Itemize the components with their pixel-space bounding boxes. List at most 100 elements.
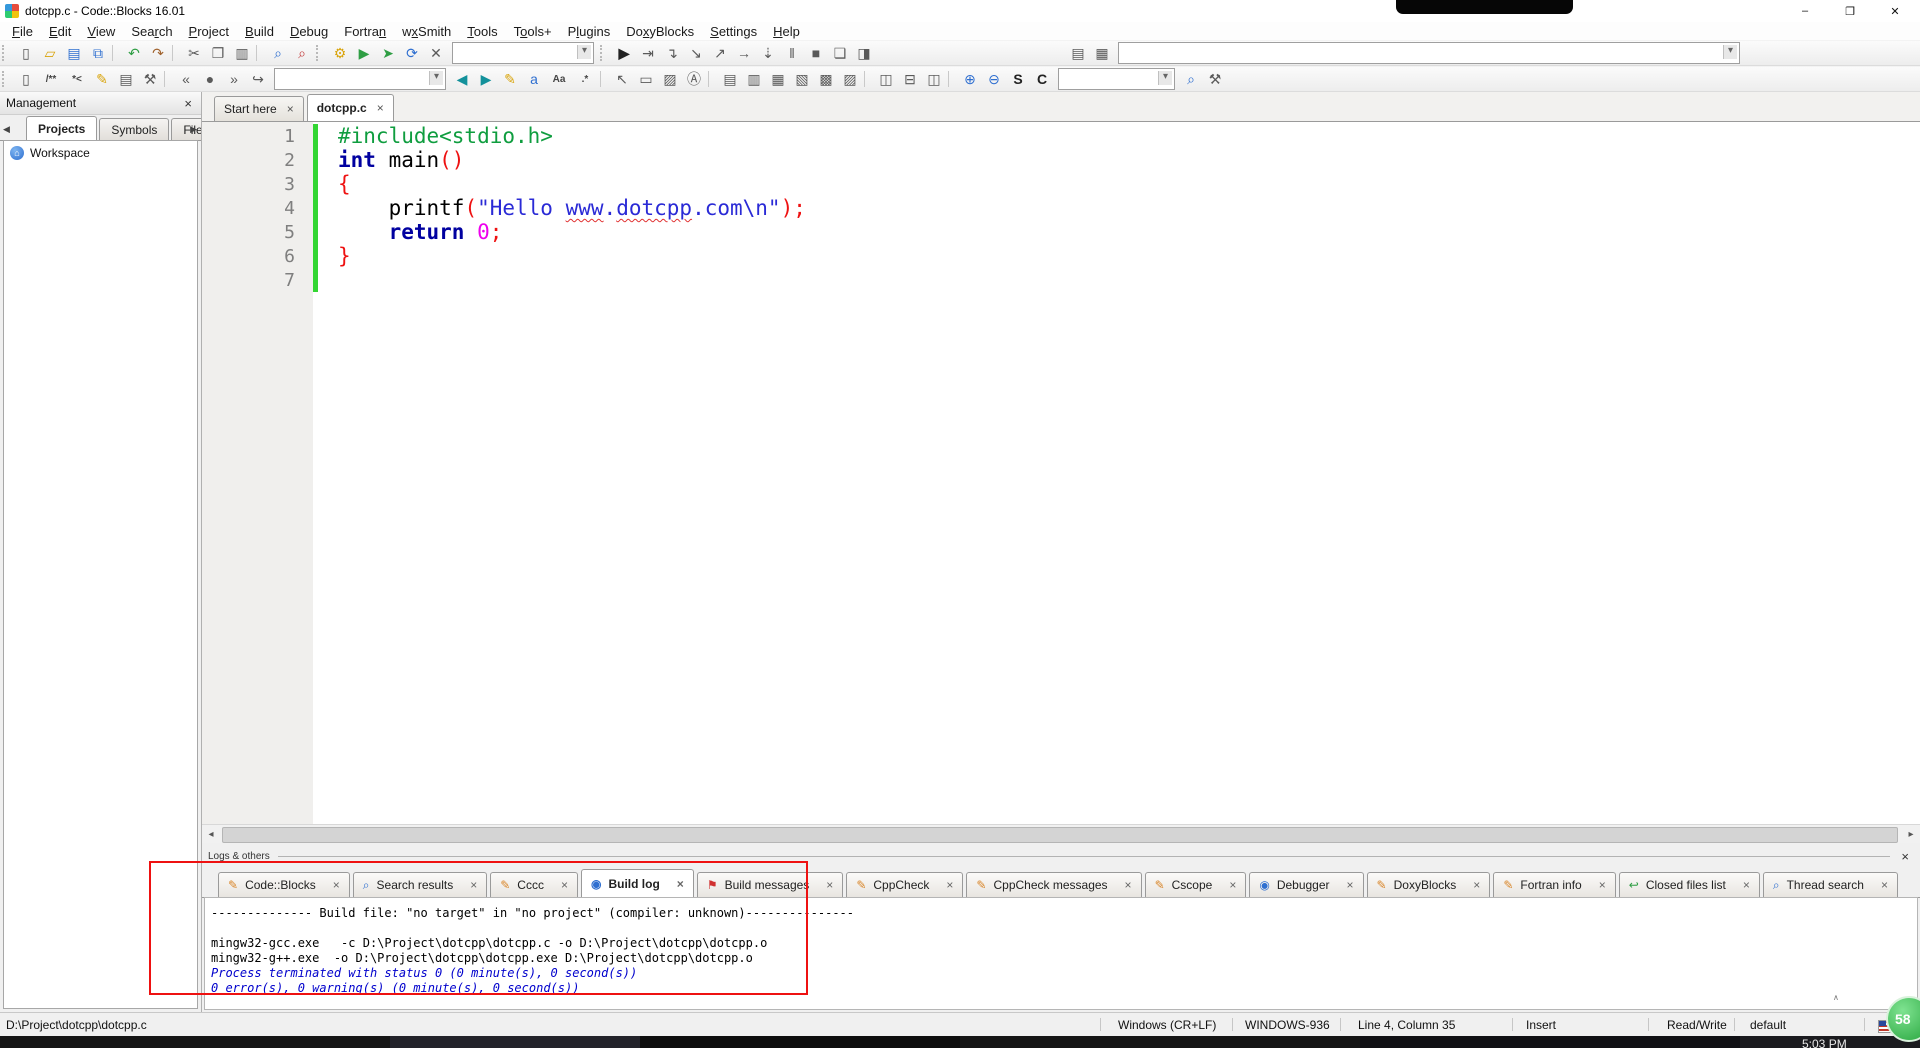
editor-tab-start-here[interactable]: Start here× <box>214 96 304 121</box>
undo-icon[interactable] <box>122 42 146 64</box>
tray-expand-icon[interactable]: ∧ <box>1833 993 1839 1002</box>
doxy-block-comment-icon[interactable] <box>38 68 64 90</box>
wx-sizer-icon[interactable] <box>634 68 658 90</box>
log-tab-cscope[interactable]: Cscope× <box>1145 872 1247 897</box>
menu-debug[interactable]: Debug <box>282 24 336 39</box>
editor-tab-dotcpp-c[interactable]: dotcpp.c× <box>307 94 394 121</box>
scroll-right-icon[interactable]: ▸ <box>1902 825 1920 843</box>
logs-close-icon[interactable]: × <box>1898 849 1912 864</box>
menu-view[interactable]: View <box>79 24 123 39</box>
stop-debugger-icon[interactable] <box>804 42 828 64</box>
menu-doxyblocks[interactable]: DoxyBlocks <box>618 24 702 39</box>
next-instruction-icon[interactable] <box>732 42 756 64</box>
management-tab-projects[interactable]: Projects <box>26 116 97 140</box>
run-to-cursor-icon[interactable] <box>636 42 660 64</box>
border-option-icon-b[interactable] <box>898 68 922 90</box>
log-tab-doxyblocks[interactable]: DoxyBlocks× <box>1367 872 1491 897</box>
minimize-button[interactable]: – <box>1783 0 1827 22</box>
tab-close-icon[interactable]: × <box>826 878 833 892</box>
spellcheck-icon[interactable] <box>522 68 546 90</box>
zoom-in-icon[interactable] <box>958 68 982 90</box>
redo-icon[interactable] <box>146 42 170 64</box>
menu-wxsmith[interactable]: wxSmith <box>394 24 459 39</box>
menu-search[interactable]: Search <box>123 24 180 39</box>
restore-button[interactable]: ❐ <box>1828 0 1872 22</box>
windows-taskbar[interactable]: 5:03 PM <box>0 1036 1920 1048</box>
wx-image-icon[interactable] <box>658 68 682 90</box>
tab-close-icon[interactable]: × <box>1599 878 1606 892</box>
open-file-icon[interactable] <box>38 42 62 64</box>
tab-close-icon[interactable]: × <box>1347 878 1354 892</box>
toggle-bookmark-icon[interactable] <box>198 68 222 90</box>
tab-close-icon[interactable]: × <box>1229 878 1236 892</box>
menu-settings[interactable]: Settings <box>702 24 765 39</box>
menu-fortran[interactable]: Fortran <box>336 24 394 39</box>
find-icon[interactable] <box>266 42 290 64</box>
fortran-combo[interactable] <box>1118 42 1740 64</box>
debug-info-icon[interactable] <box>852 42 876 64</box>
build-and-run-icon[interactable] <box>376 42 400 64</box>
save-all-icon[interactable] <box>86 42 110 64</box>
step-into-instruction-icon[interactable] <box>756 42 780 64</box>
incremental-search-combo[interactable] <box>1058 68 1175 90</box>
debugging-windows-icon[interactable] <box>828 42 852 64</box>
tab-scroll-left-icon[interactable]: ◀ <box>3 124 10 135</box>
doxy-file-icon[interactable] <box>90 68 114 90</box>
tab-close-icon[interactable]: × <box>377 101 384 115</box>
tab-scroll-right-icon[interactable]: ▶ <box>190 124 197 135</box>
menu-file[interactable]: File <box>4 24 41 39</box>
prev-bookmark-icon[interactable] <box>174 68 198 90</box>
tab-close-icon[interactable]: × <box>1743 878 1750 892</box>
doxy-line-comment-icon[interactable] <box>64 68 90 90</box>
new-file-icon[interactable] <box>14 42 38 64</box>
align-center-icon[interactable] <box>742 68 766 90</box>
log-tab-debugger[interactable]: Debugger× <box>1249 872 1363 897</box>
menu-project[interactable]: Project <box>181 24 237 39</box>
align-right-icon[interactable] <box>766 68 790 90</box>
wx-text-icon[interactable] <box>682 68 706 90</box>
border-option-icon-a[interactable] <box>874 68 898 90</box>
next-bookmark-icon[interactable] <box>222 68 246 90</box>
log-tab-thread-search[interactable]: Thread search× <box>1763 872 1898 897</box>
replace-icon[interactable] <box>290 42 314 64</box>
tab-close-icon[interactable]: × <box>1473 878 1480 892</box>
fortran-project-icon[interactable] <box>1066 42 1090 64</box>
log-tab-cppcheck-messages[interactable]: CppCheck messages× <box>966 872 1141 897</box>
align-middle-icon[interactable] <box>814 68 838 90</box>
incremental-search-icon[interactable] <box>1179 68 1203 90</box>
management-tab-symbols[interactable]: Symbols <box>99 118 169 140</box>
symbols-c-icon[interactable] <box>1030 68 1054 90</box>
build-icon[interactable] <box>328 42 352 64</box>
menu-plugins[interactable]: Plugins <box>560 24 619 39</box>
wx-pointer-icon[interactable] <box>610 68 634 90</box>
management-close-icon[interactable]: × <box>181 96 195 111</box>
doxy-config-icon[interactable] <box>138 68 162 90</box>
menu-edit[interactable]: Edit <box>41 24 79 39</box>
cut-icon[interactable] <box>182 42 206 64</box>
scroll-left-icon[interactable]: ◂ <box>202 825 220 843</box>
align-left-icon[interactable] <box>718 68 742 90</box>
align-top-icon[interactable] <box>790 68 814 90</box>
highlight-icon[interactable] <box>498 68 522 90</box>
rebuild-icon[interactable] <box>400 42 424 64</box>
step-out-icon[interactable] <box>708 42 732 64</box>
build-target-combo[interactable] <box>452 42 594 64</box>
editor-horizontal-scrollbar[interactable]: ◂ ▸ <box>202 824 1920 843</box>
run-icon[interactable] <box>352 42 376 64</box>
border-option-icon-c[interactable] <box>922 68 946 90</box>
regex-testbed-icon[interactable] <box>572 68 598 90</box>
goto-line-icon[interactable] <box>246 68 270 90</box>
log-tab-closed-files-list[interactable]: Closed files list× <box>1619 872 1760 897</box>
break-debugger-icon[interactable] <box>780 42 804 64</box>
align-bottom-icon[interactable] <box>838 68 862 90</box>
menu-help[interactable]: Help <box>765 24 808 39</box>
tab-close-icon[interactable]: × <box>1881 878 1888 892</box>
abbreviation-icon[interactable] <box>14 68 38 90</box>
next-line-icon[interactable] <box>660 42 684 64</box>
menu-build[interactable]: Build <box>237 24 282 39</box>
close-button[interactable]: ✕ <box>1873 0 1917 22</box>
menu-tools[interactable]: Tools <box>459 24 505 39</box>
browse-forward-icon[interactable] <box>474 68 498 90</box>
abort-build-icon[interactable] <box>424 42 448 64</box>
tab-close-icon[interactable]: × <box>946 878 953 892</box>
